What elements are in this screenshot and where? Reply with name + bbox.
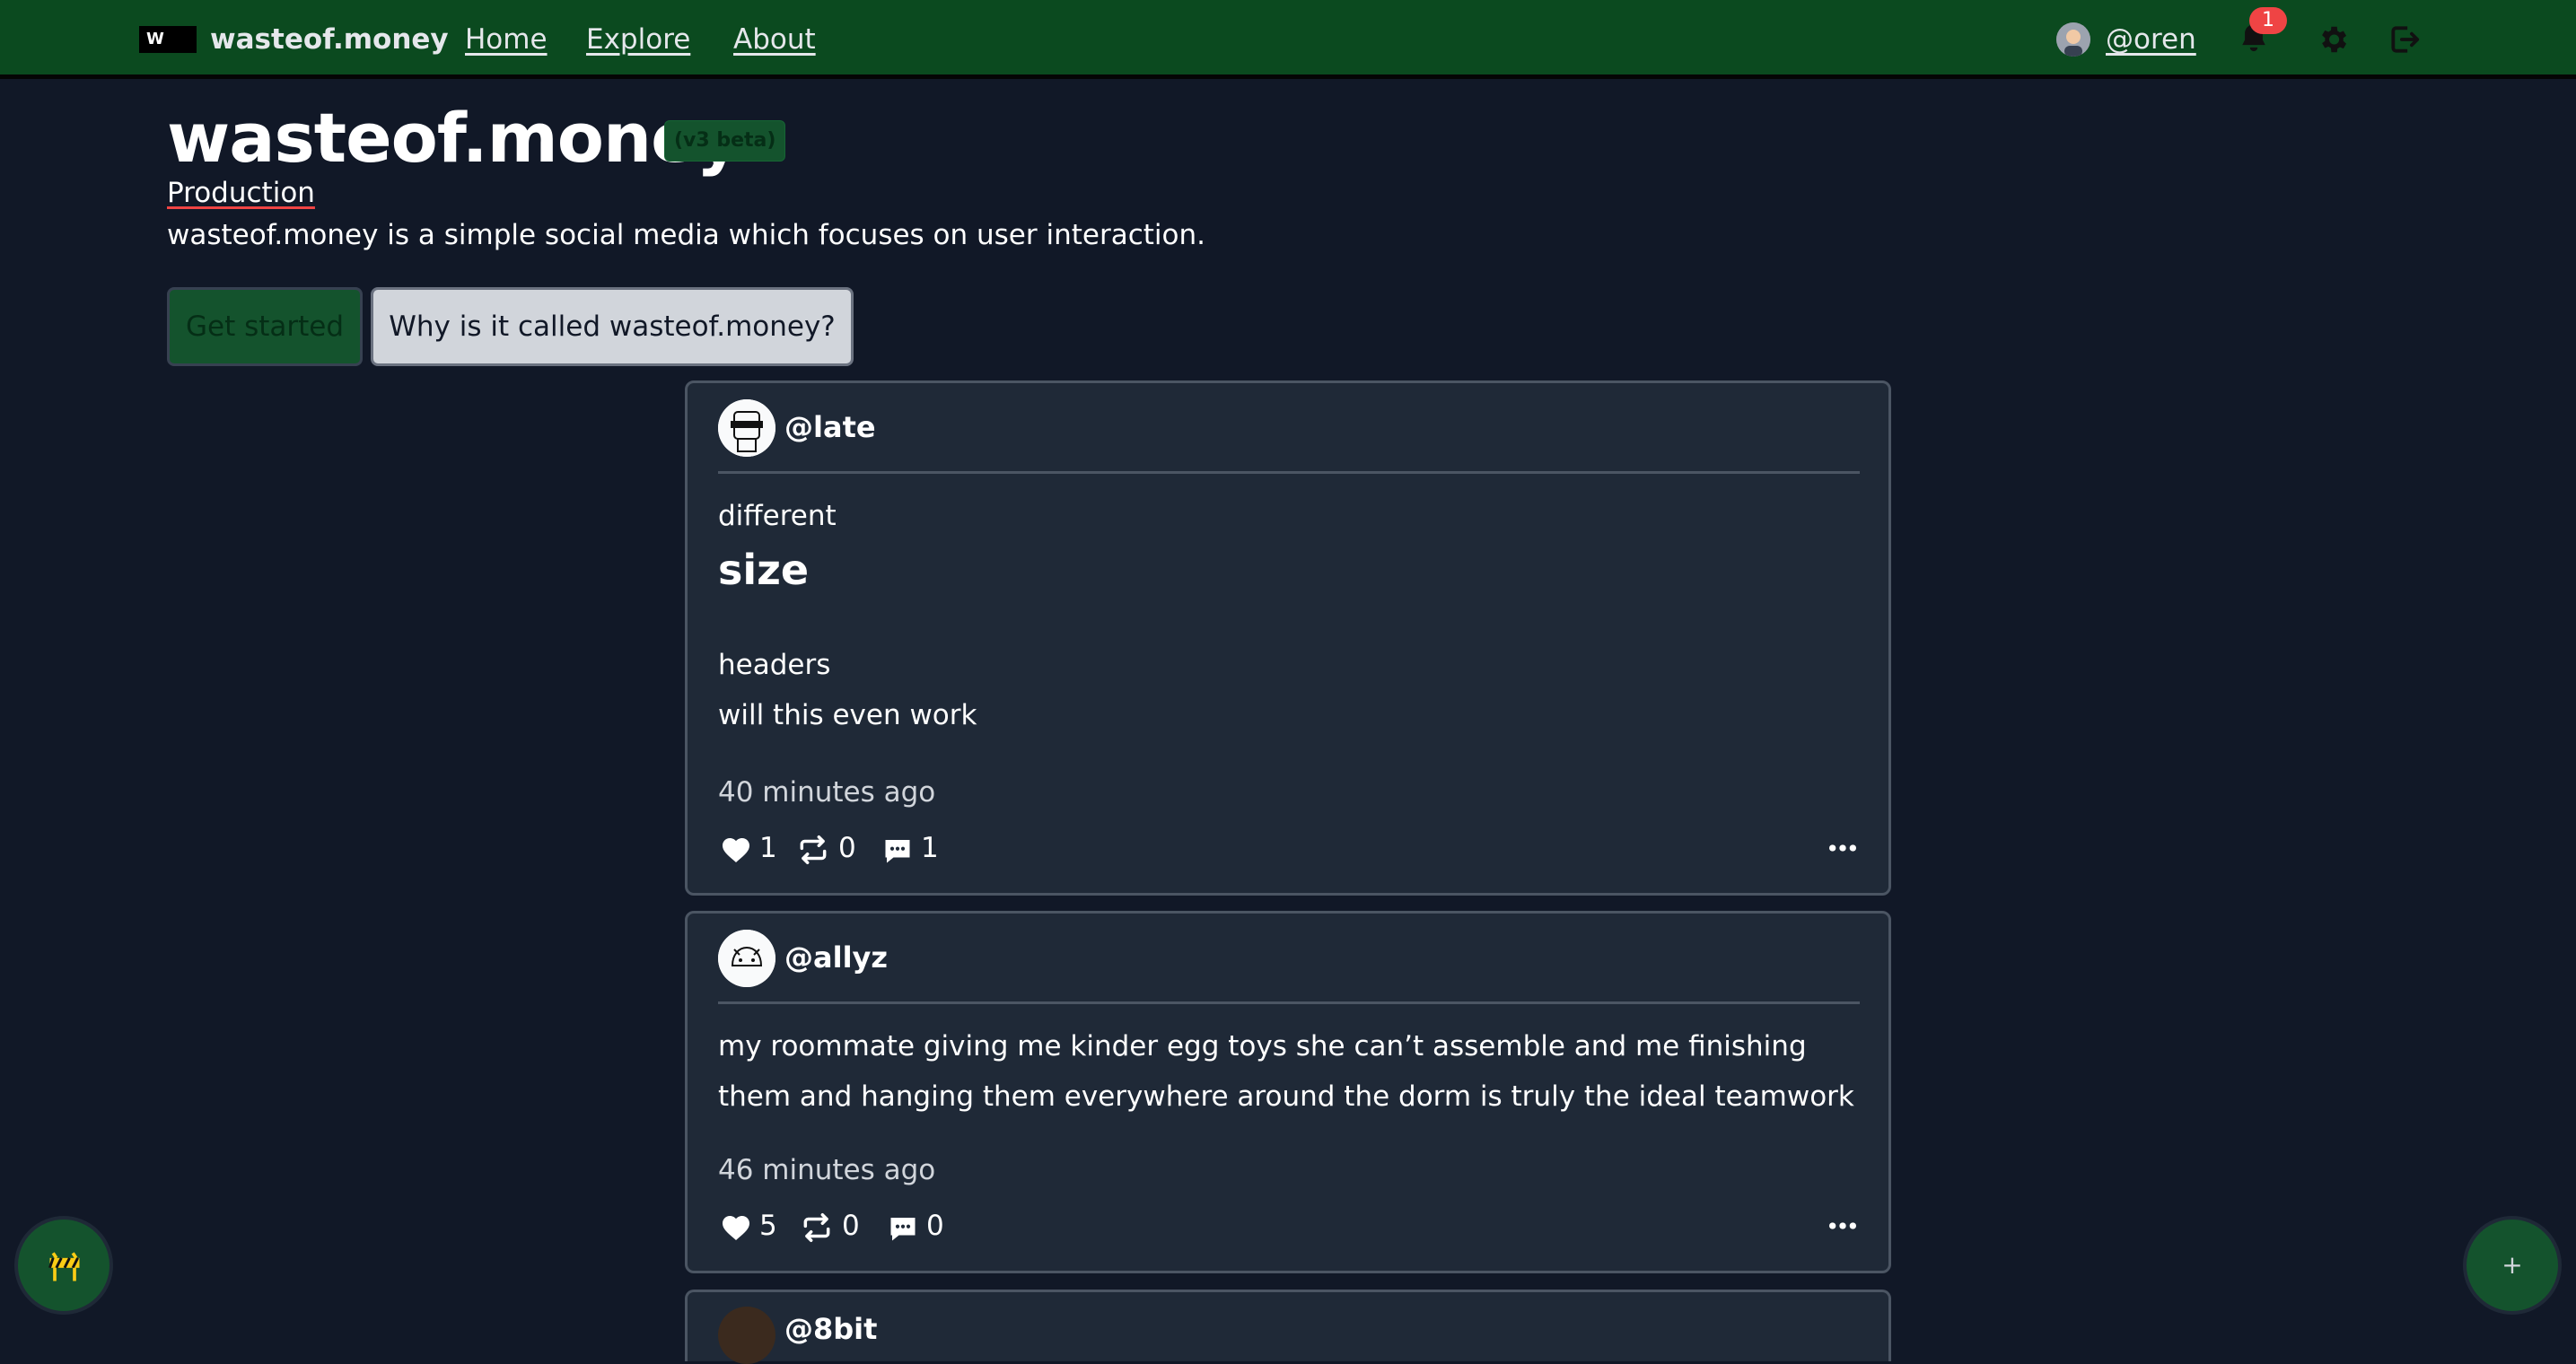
post-card: @8bit bbox=[685, 1290, 1891, 1364]
user-avatar[interactable] bbox=[2056, 22, 2090, 57]
repost-icon[interactable] bbox=[795, 833, 831, 867]
new-post-button[interactable]: + bbox=[2463, 1216, 2562, 1315]
post-timestamp[interactable]: 46 minutes ago bbox=[718, 1150, 935, 1190]
post-author-avatar[interactable] bbox=[718, 930, 775, 987]
gear-icon[interactable] bbox=[2316, 22, 2350, 57]
post-card: @late different size headers will this e… bbox=[685, 380, 1891, 896]
comment-icon[interactable] bbox=[881, 835, 914, 867]
more-options-icon[interactable] bbox=[1827, 837, 1858, 859]
construction-barrier-icon bbox=[48, 1252, 80, 1281]
post-author-username[interactable]: @late bbox=[784, 407, 876, 448]
post-author-avatar[interactable] bbox=[718, 1307, 775, 1364]
post-author-username[interactable]: @allyz bbox=[784, 937, 888, 978]
comment-icon[interactable] bbox=[887, 1212, 919, 1245]
repost-count: 0 bbox=[838, 832, 856, 864]
user-profile-link[interactable]: @oren bbox=[2106, 20, 2196, 59]
nav-explore-link[interactable]: Explore bbox=[586, 20, 690, 59]
post-timestamp[interactable]: 40 minutes ago bbox=[718, 773, 935, 812]
post-text-line: will this even work bbox=[718, 699, 977, 731]
construction-barrier-button[interactable] bbox=[14, 1216, 113, 1315]
heart-icon[interactable] bbox=[720, 834, 752, 864]
post-text-line: my roommate giving me kinder egg toys sh… bbox=[718, 1030, 1807, 1062]
heart-icon[interactable] bbox=[720, 1211, 752, 1242]
post-divider bbox=[718, 471, 1860, 474]
get-started-button[interactable]: Get started bbox=[167, 287, 363, 366]
post-heading: size bbox=[718, 546, 810, 594]
post-text-line: them and hanging them everywhere around … bbox=[718, 1080, 1854, 1113]
like-count: 5 bbox=[759, 1210, 777, 1242]
page-title: wasteof.money bbox=[167, 98, 740, 178]
logo-mark[interactable]: W bbox=[139, 26, 197, 53]
post-author-avatar[interactable] bbox=[718, 399, 775, 457]
top-navbar: W wasteof.money Home Explore About @oren… bbox=[0, 0, 2576, 79]
comment-count: 1 bbox=[921, 832, 939, 864]
post-author-username[interactable]: @8bit bbox=[784, 1308, 877, 1350]
post-text-line: different bbox=[718, 500, 837, 532]
logout-icon[interactable] bbox=[2388, 22, 2422, 57]
repost-icon[interactable] bbox=[799, 1211, 835, 1245]
why-name-button[interactable]: Why is it called wasteof.money? bbox=[371, 287, 854, 366]
nav-about-link[interactable]: About bbox=[733, 20, 816, 59]
post-card: @allyz my roommate giving me kinder egg … bbox=[685, 911, 1891, 1273]
post-text-line: headers bbox=[718, 649, 831, 681]
environment-label[interactable]: Production bbox=[167, 173, 315, 213]
version-badge: (v3 beta) bbox=[664, 120, 786, 162]
more-options-icon[interactable] bbox=[1827, 1215, 1858, 1237]
nav-home-link[interactable]: Home bbox=[465, 20, 548, 59]
notification-count-badge: 1 bbox=[2249, 7, 2287, 34]
brand-link[interactable]: wasteof.money bbox=[210, 20, 449, 59]
comment-count: 0 bbox=[926, 1210, 944, 1242]
repost-count: 0 bbox=[842, 1210, 860, 1242]
like-count: 1 bbox=[759, 832, 777, 864]
post-divider bbox=[718, 1001, 1860, 1004]
site-tagline: wasteof.money is a simple social media w… bbox=[167, 219, 1205, 251]
